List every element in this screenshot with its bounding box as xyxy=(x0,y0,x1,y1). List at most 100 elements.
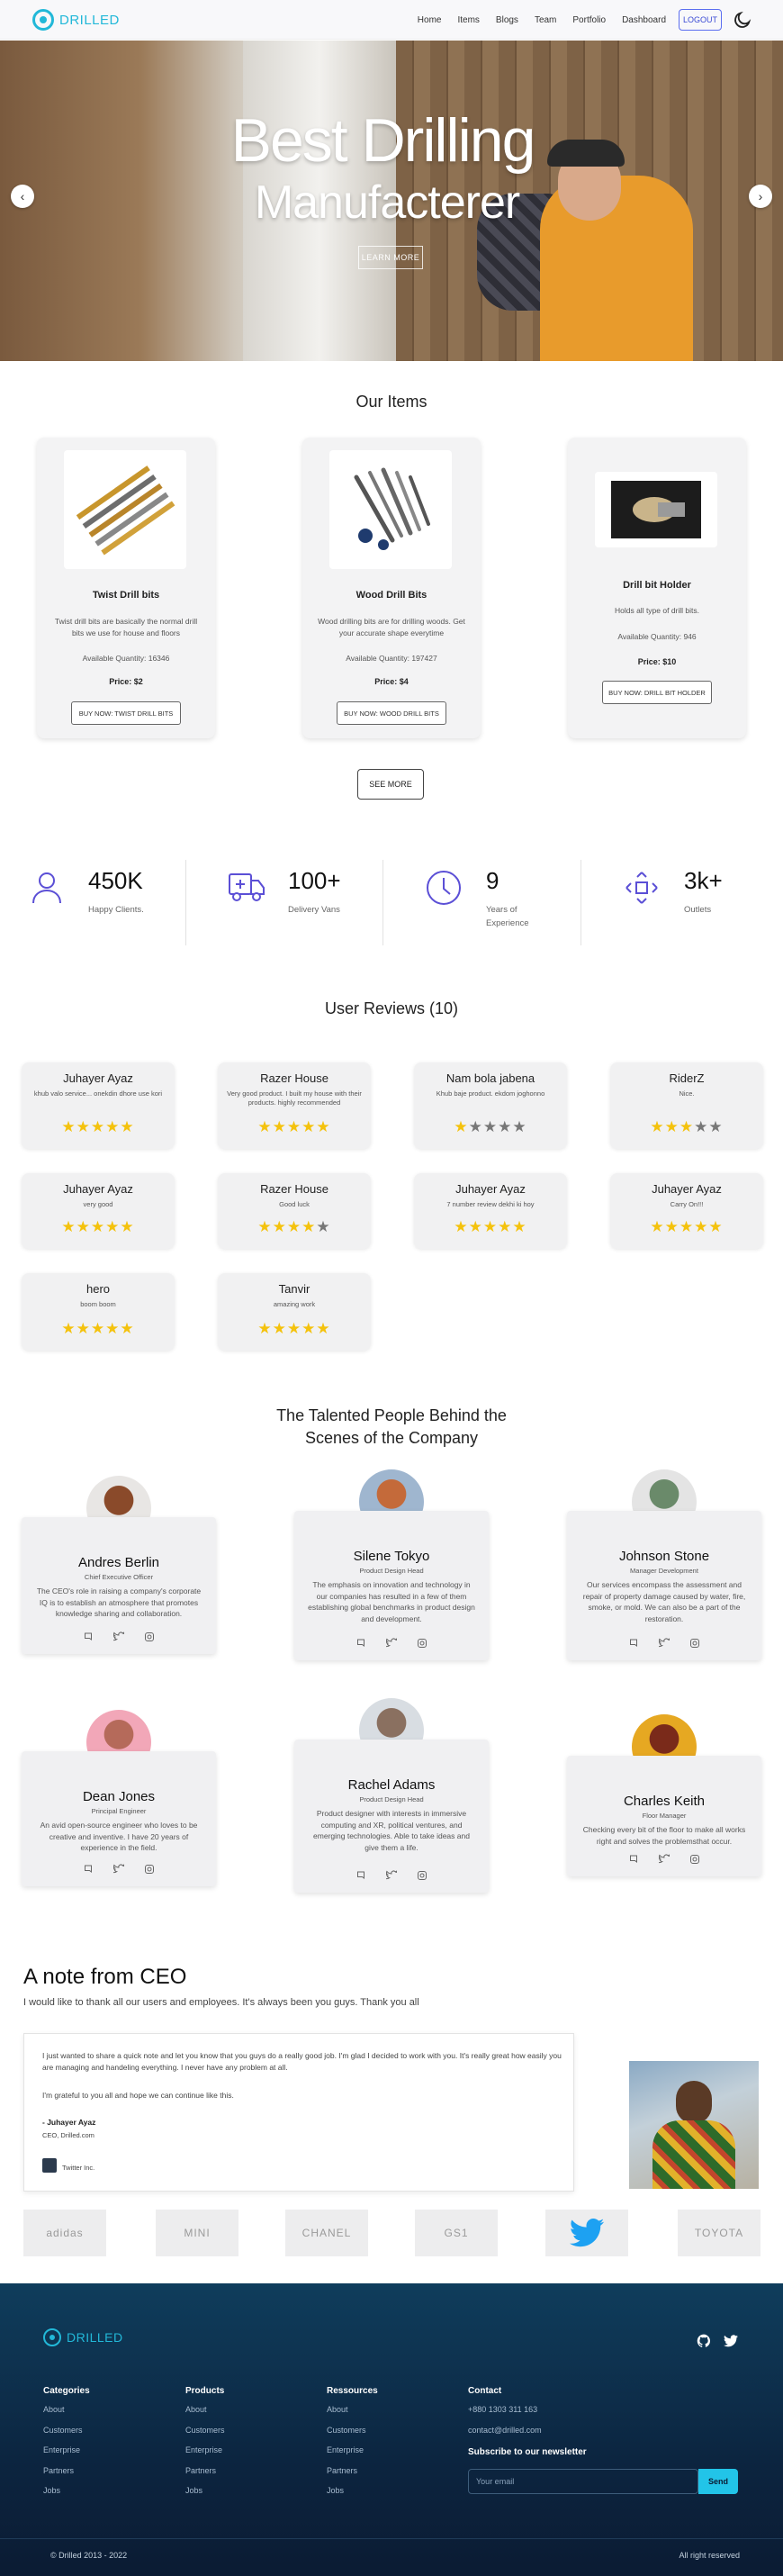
team-member-role: Chief Executive Officer xyxy=(84,1573,154,1581)
discord-icon[interactable] xyxy=(356,1869,366,1880)
nav-link-items[interactable]: Items xyxy=(457,15,479,25)
social-links xyxy=(567,1637,761,1648)
carousel-next-arrow-icon[interactable]: › xyxy=(749,185,772,208)
buy-now-button[interactable]: BUY NOW: DRILL BIT HOLDER xyxy=(602,681,712,704)
twitter-icon[interactable] xyxy=(112,1631,125,1641)
discord-icon[interactable] xyxy=(628,1637,639,1648)
star-empty-icon: ★ xyxy=(482,1118,499,1135)
footer-link[interactable]: About xyxy=(43,2405,90,2426)
footer-column-ressources: Ressources About Customers Enterprise Pa… xyxy=(327,2386,378,2507)
twitter-icon[interactable] xyxy=(658,1853,670,1864)
discord-icon[interactable] xyxy=(83,1863,94,1874)
nav-link-dashboard[interactable]: Dashboard xyxy=(622,15,666,25)
footer-link[interactable]: Partners xyxy=(327,2466,378,2487)
nav-link-home[interactable]: Home xyxy=(418,15,442,25)
divider xyxy=(382,860,383,945)
team-member-name: Andres Berlin xyxy=(77,1555,160,1570)
ceo-photo-head xyxy=(676,2081,712,2124)
reviewer-name: Juhayer Ayaz xyxy=(455,1182,526,1196)
nav-link-portfolio[interactable]: Portfolio xyxy=(572,15,606,25)
logout-button[interactable]: LOGOUT xyxy=(679,9,722,31)
star-filled-icon: ★ xyxy=(61,1118,76,1135)
item-price: Price: $10 xyxy=(637,657,677,666)
footer-brand-logo[interactable]: DRILLED xyxy=(43,2328,123,2346)
brand-logo[interactable]: DRILLED xyxy=(32,9,120,31)
stat-value: 3k+ xyxy=(684,867,723,894)
star-empty-icon: ★ xyxy=(316,1218,331,1235)
star-rating: ★★★★★ xyxy=(218,1218,371,1236)
brand-mini-logo: MINI xyxy=(156,2210,238,2256)
footer-email[interactable]: contact@drilled.com xyxy=(468,2426,587,2446)
instagram-icon[interactable] xyxy=(689,1637,700,1648)
reviewer-name: Juhayer Ayaz xyxy=(63,1182,133,1196)
twitter-icon[interactable] xyxy=(385,1637,398,1648)
discord-icon[interactable] xyxy=(356,1637,366,1648)
footer-link[interactable]: About xyxy=(185,2405,225,2426)
footer-link[interactable]: Partners xyxy=(43,2466,90,2487)
footer-link[interactable]: Enterprise xyxy=(185,2445,225,2466)
newsletter-email-input[interactable]: Your email xyxy=(468,2469,698,2494)
footer-link[interactable]: Enterprise xyxy=(43,2445,90,2466)
carousel-prev-arrow-icon[interactable]: ‹ xyxy=(11,185,34,208)
discord-icon[interactable] xyxy=(628,1853,639,1864)
star-rating: ★★★★★ xyxy=(218,1118,371,1136)
footer-link[interactable]: Enterprise xyxy=(327,2445,378,2466)
twitter-icon[interactable] xyxy=(112,1863,125,1874)
footer-link[interactable]: Partners xyxy=(185,2466,225,2487)
star-filled-icon: ★ xyxy=(302,1320,317,1337)
footer-link[interactable]: Customers xyxy=(327,2426,378,2446)
review-text: Carry On!!! xyxy=(670,1200,704,1208)
star-rating: ★★★★★ xyxy=(22,1118,175,1136)
nav-link-blogs[interactable]: Blogs xyxy=(496,15,518,25)
nav-link-team[interactable]: Team xyxy=(535,15,556,25)
instagram-icon[interactable] xyxy=(144,1863,155,1874)
instagram-icon[interactable] xyxy=(417,1869,428,1880)
team-member-name: Johnson Stone xyxy=(618,1549,710,1564)
discord-icon[interactable] xyxy=(83,1631,94,1641)
footer-phone[interactable]: +880 1303 311 163 xyxy=(468,2405,587,2426)
team-member-role: Floor Manager xyxy=(642,1812,687,1820)
footer-link[interactable]: Customers xyxy=(185,2426,225,2446)
footer-column-contact: Contact +880 1303 311 163 contact@drille… xyxy=(468,2386,587,2466)
review-text: boom boom xyxy=(80,1300,116,1308)
footer-link[interactable]: Jobs xyxy=(185,2486,225,2507)
twitter-icon[interactable] xyxy=(385,1869,398,1880)
nav-links: Home Items Blogs Team Portfolio Dashboar… xyxy=(401,0,666,40)
ceo-company: Twitter Inc. xyxy=(62,2164,95,2172)
twitter-icon[interactable] xyxy=(724,2335,738,2347)
buy-now-button[interactable]: BUY NOW: TWIST DRILL BITS xyxy=(71,701,181,725)
team-member-role: Product Design Head xyxy=(359,1795,424,1803)
see-more-button[interactable]: SEE MORE xyxy=(357,769,424,800)
dark-mode-moon-icon[interactable] xyxy=(733,10,752,30)
divider xyxy=(580,860,581,945)
footer-link[interactable]: Customers xyxy=(43,2426,90,2446)
buy-now-button[interactable]: BUY NOW: WOOD DRILL BITS xyxy=(337,701,446,725)
instagram-icon[interactable] xyxy=(689,1853,700,1864)
footer-brand-name: DRILLED xyxy=(67,2330,123,2345)
team-member-card: Silene Tokyo Product Design Head The empha… xyxy=(294,1511,489,1660)
footer-link[interactable]: Jobs xyxy=(327,2486,378,2507)
ceo-note-title: A note from CEO xyxy=(23,1965,187,1989)
review-text: Very good product. I built my house with… xyxy=(227,1089,362,1107)
drill-bit-holder-image xyxy=(611,481,701,538)
star-filled-icon: ★ xyxy=(679,1118,695,1135)
footer-link[interactable]: About xyxy=(327,2405,378,2426)
star-filled-icon: ★ xyxy=(105,1118,121,1135)
team-member-role: Manager Development xyxy=(630,1567,698,1575)
copyright-text: © Drilled 2013 - 2022 xyxy=(50,2551,128,2560)
footer-link[interactable]: Jobs xyxy=(43,2486,90,2507)
team-member-card: Andres Berlin Chief Executive Officer The … xyxy=(22,1517,216,1654)
newsletter-send-button[interactable]: Send xyxy=(698,2469,738,2494)
stat-value: 450K xyxy=(88,867,143,894)
twitter-icon[interactable] xyxy=(658,1637,670,1648)
instagram-icon[interactable] xyxy=(144,1631,155,1641)
star-empty-icon: ★ xyxy=(468,1118,483,1135)
item-quantity: Available Quantity: 946 xyxy=(617,632,697,641)
instagram-icon[interactable] xyxy=(417,1637,428,1648)
github-icon[interactable] xyxy=(697,2334,711,2348)
star-rating: ★★★★★ xyxy=(610,1218,763,1236)
item-image xyxy=(64,450,186,569)
learn-more-button[interactable]: LEARN MORE xyxy=(358,246,423,269)
team-member-bio: The emphasis on innovation and technolog… xyxy=(308,1580,475,1623)
star-filled-icon: ★ xyxy=(90,1320,106,1337)
